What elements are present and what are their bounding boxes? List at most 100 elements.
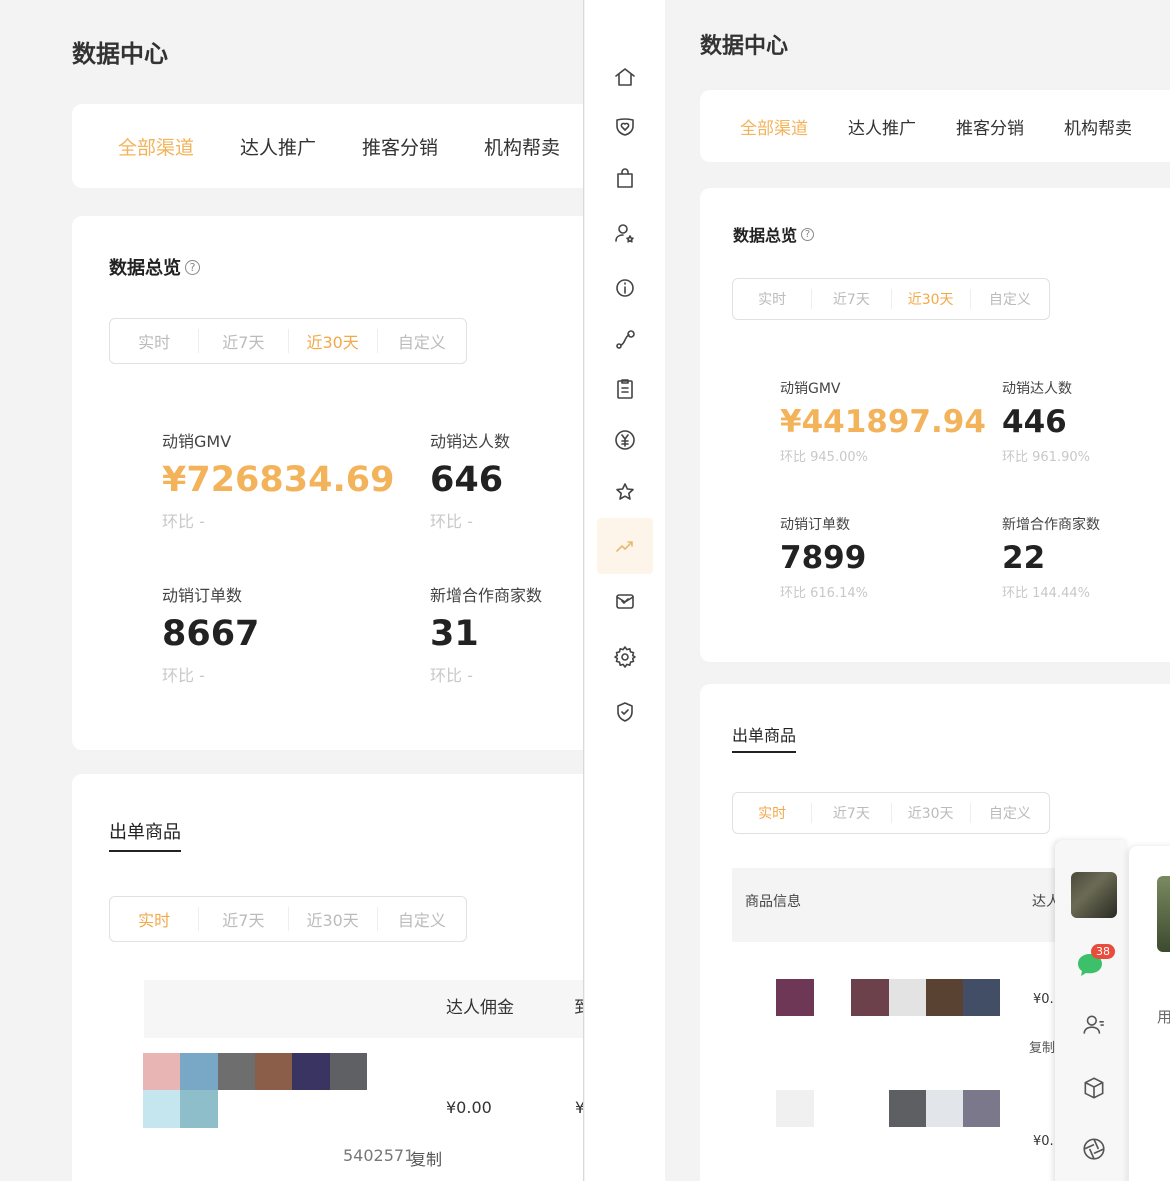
aperture-icon[interactable] [1081,1136,1107,1166]
product-price: ¥0. [1033,1134,1054,1149]
tab-all-channels[interactable]: 全部渠道 [118,133,194,160]
overview-title: 数据总览 ? [733,222,815,246]
metric-label: 新增合作商家数 [1002,517,1100,533]
page-title: 数据中心 [72,40,168,68]
product-price: ¥0.00 [446,1098,492,1117]
metric-orders: 动销订单数 8667 环比 - [162,582,259,686]
period-custom[interactable]: 自定义 [378,907,466,931]
channel-tabs: 全部渠道 达人推广 推客分销 机构帮卖 [72,104,583,188]
mail-check-icon[interactable] [605,581,645,621]
metric-compare: 环比 - [430,512,473,531]
shield-check-icon[interactable] [605,692,645,732]
period-realtime[interactable]: 实时 [733,803,813,823]
popup-window: 用 [1129,846,1170,1181]
home-icon[interactable] [605,57,645,97]
cube-icon[interactable] [1081,1075,1107,1105]
metric-label: 动销达人数 [430,432,511,451]
copy-link[interactable]: 复制 [410,1146,442,1170]
period-realtime[interactable]: 实时 [110,329,200,353]
star-icon[interactable] [605,472,645,512]
metric-gmv: 动销GMV ¥726834.69 环比 - [162,428,394,532]
period-7d[interactable]: 近7天 [199,329,289,353]
heart-shield-icon[interactable] [605,107,645,147]
gear-icon[interactable] [605,637,645,677]
column-commission: 达人佣金 [446,998,514,1018]
metric-value: 8667 [162,614,260,654]
help-icon[interactable]: ? [185,259,200,275]
metric-value: 446 [1002,404,1067,440]
tab-all-channels[interactable]: 全部渠道 [740,114,808,139]
column-truncated: 到 [574,993,583,1018]
period-7d[interactable]: 近7天 [199,907,289,931]
right-panel: 数据中心 全部渠道 达人推广 推客分销 机构帮卖 数据总览 ? 实时 近7天 近… [665,0,1170,1181]
unread-badge: 38 [1091,944,1115,959]
products-table-header-bg [144,980,583,1038]
product-image-pixelated [143,1053,367,1128]
product-id: 5402571 [343,1146,415,1165]
contacts-icon[interactable] [1081,1012,1107,1042]
period-custom[interactable]: 自定义 [378,329,466,353]
product-price: ¥0. [1033,992,1054,1007]
period-30d[interactable]: 近30天 [289,329,378,353]
period-realtime[interactable]: 实时 [110,907,200,931]
tab-agency[interactable]: 机构帮卖 [1064,114,1132,139]
bag-icon[interactable] [605,158,645,198]
left-panel: 数据中心 全部渠道 达人推广 推客分销 机构帮卖 数据总览 ? 实时 近7天 近… [0,0,584,1181]
metric-compare: 环比 961.90% [1002,450,1090,465]
user-star-icon[interactable] [605,213,645,253]
overview-title-text: 数据总览 [109,258,181,279]
product-image-pixelated [776,979,1000,1016]
icon-sidebar [585,0,665,1181]
nodes-icon[interactable] [605,320,645,360]
period-30d[interactable]: 近30天 [892,803,971,823]
tab-influencer[interactable]: 达人推广 [240,133,316,160]
metric-influencers: 动销达人数 446 环比 961.90% [1002,378,1090,465]
tab-distribution[interactable]: 推客分销 [362,133,438,160]
thumbnail [1157,876,1170,952]
product-image-pixelated [776,1090,1000,1127]
period-selector: 实时 近7天 近30天 自定义 [732,278,1050,320]
clipboard-icon[interactable] [605,369,645,409]
tab-influencer[interactable]: 达人推广 [848,114,916,139]
channel-tabs: 全部渠道 达人推广 推客分销 机构帮卖 [700,90,1170,162]
trend-chart-icon[interactable] [597,518,653,574]
overview-card: 数据总览 ? 实时 近7天 近30天 自定义 动销GMV ¥726834.69 … [72,216,583,750]
column-product-info: 商品信息 [745,894,801,910]
metric-compare: 环比 - [162,666,205,685]
metric-compare: 环比 - [430,666,473,685]
period-custom[interactable]: 自定义 [971,289,1049,309]
info-circle-icon[interactable] [605,268,645,308]
period-7d[interactable]: 近7天 [812,803,892,823]
period-selector: 实时 近7天 近30天 自定义 [109,318,467,364]
popup-toolbar: 38 [1055,840,1127,1181]
metric-label: 动销达人数 [1002,381,1072,397]
metric-compare: 环比 945.00% [780,450,868,465]
metric-value: ¥726834.69 [162,460,395,500]
period-selector: 实时 近7天 近30天 自定义 [732,792,1050,834]
tab-agency[interactable]: 机构帮卖 [484,133,560,160]
metric-label: 动销GMV [162,432,232,451]
metric-value: 646 [430,460,504,500]
period-selector: 实时 近7天 近30天 自定义 [109,896,467,942]
period-custom[interactable]: 自定义 [971,803,1049,823]
products-title: 出单商品 [732,722,797,753]
metric-value: 7899 [780,540,867,576]
product-price-truncated: ¥ [575,1098,583,1117]
products-title: 出单商品 [109,818,181,852]
tab-distribution[interactable]: 推客分销 [956,114,1024,139]
metric-merchants: 新增合作商家数 22 环比 144.44% [1002,514,1100,601]
metric-orders: 动销订单数 7899 环比 616.14% [780,514,868,601]
period-realtime[interactable]: 实时 [733,289,813,309]
period-7d[interactable]: 近7天 [812,289,892,309]
chat-icon[interactable]: 38 [1075,944,1115,978]
period-30d[interactable]: 近30天 [289,907,378,931]
page-title: 数据中心 [700,34,789,59]
metric-value: 22 [1002,540,1046,576]
yuan-icon[interactable] [605,420,645,460]
copy-link[interactable]: 复制 [1029,1037,1055,1056]
metric-compare: 环比 - [162,512,205,531]
avatar[interactable] [1071,872,1117,918]
metric-influencers: 动销达人数 646 环比 - [430,428,510,532]
help-icon[interactable]: ? [801,227,815,241]
period-30d[interactable]: 近30天 [892,289,971,309]
